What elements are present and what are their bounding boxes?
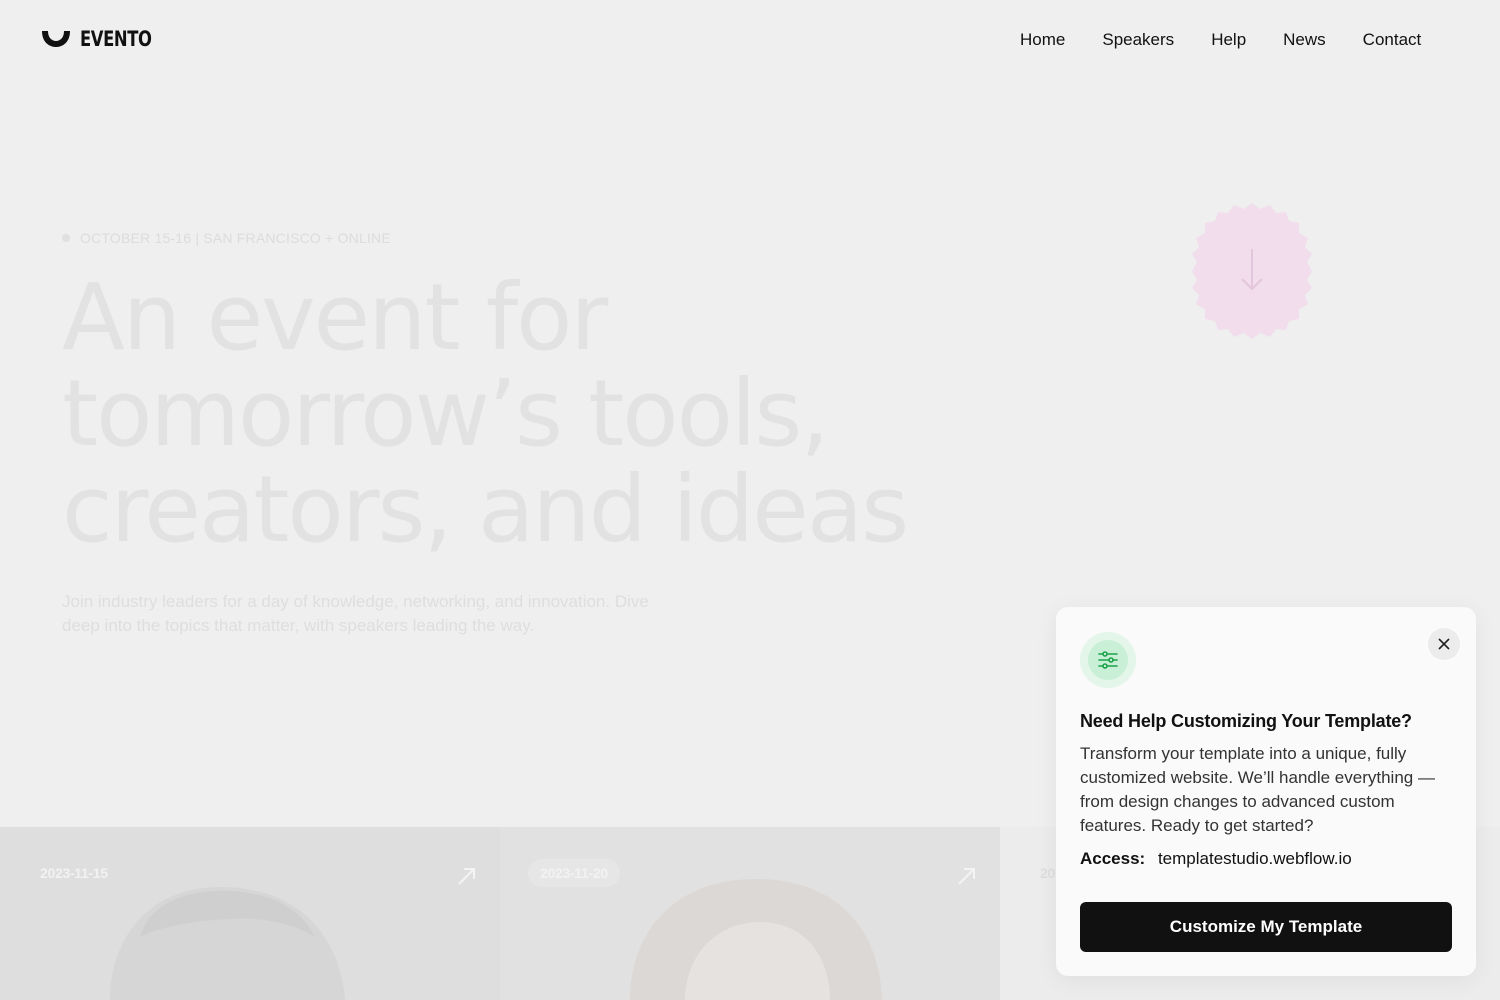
headline-line-3: creators, and ideas [62,456,909,563]
access-link[interactable]: templatestudio.webflow.io [1158,849,1352,868]
speaker-photo [110,887,345,1000]
customize-template-button[interactable]: Customize My Template [1080,902,1452,952]
event-card[interactable]: 2023-11-20 [500,827,1000,1000]
event-date: 2023-11-15 [40,865,108,881]
close-popup-button[interactable] [1428,628,1460,660]
hero-subtext: Join industry leaders for a day of knowl… [62,592,649,635]
popup-title: Need Help Customizing Your Template? [1080,711,1412,731]
sliders-icon [1098,651,1118,669]
arrow-up-right-icon[interactable] [456,865,478,887]
access-label: Access: [1080,849,1146,868]
access-line: Access: templatestudio.webflow.io [1080,847,1460,871]
eyebrow-dot [62,234,70,242]
event-eyebrow: OCTOBER 15-16 | SAN FRANCISCO + ONLINE [62,230,391,246]
popup-icon-badge [1080,632,1136,688]
speaker-photo [630,878,882,1000]
event-date: 2023-11-20 [528,859,620,887]
arrow-up-right-icon[interactable] [956,865,978,887]
hero-headline: An event for tomorrow’s tools, creators,… [62,270,1062,558]
headline-line-1: An event for [62,264,608,371]
popup-body: Transform your template into a unique, f… [1080,744,1435,835]
close-icon [1438,638,1450,650]
eyebrow-text: OCTOBER 15-16 | SAN FRANCISCO + ONLINE [80,230,391,246]
headline-line-2: tomorrow’s tools, [62,360,830,467]
help-popup: Need Help Customizing Your Template? Tra… [1056,607,1476,976]
event-card[interactable]: 2023-11-15 [0,827,500,1000]
scroll-badge[interactable] [1182,201,1322,341]
